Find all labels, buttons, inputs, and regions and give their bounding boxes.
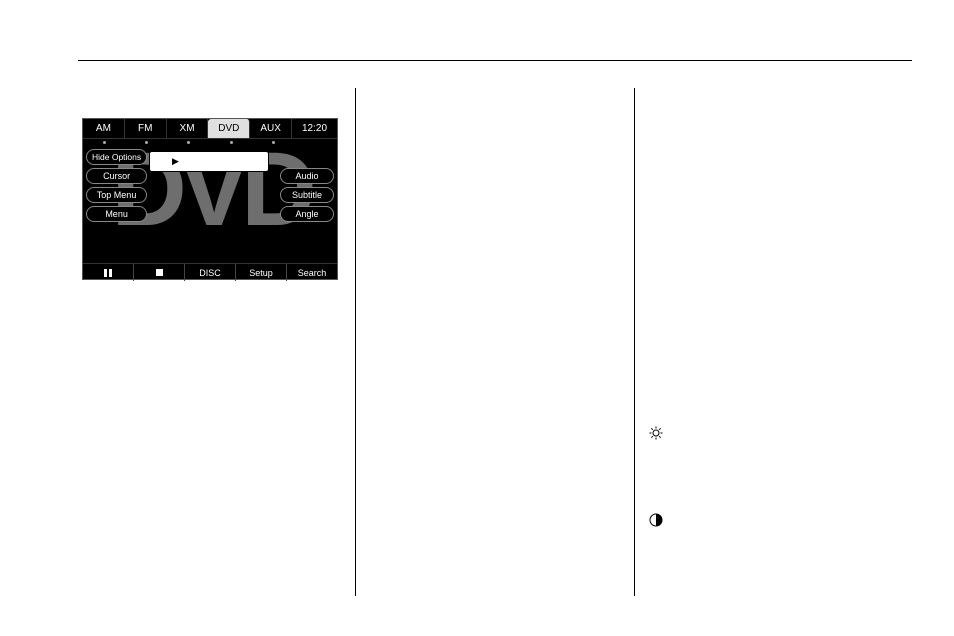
stop-button[interactable] <box>134 264 185 281</box>
tab-am[interactable]: AM <box>83 119 125 138</box>
pause-icon <box>104 269 112 277</box>
stop-icon <box>156 269 163 276</box>
tab-fm[interactable]: FM <box>125 119 167 138</box>
dvd-screen-graphic: AM FM XM DVD AUX 12:20 DVD <box>82 118 338 280</box>
top-menu-button[interactable]: Top Menu <box>86 187 147 203</box>
clock-display: 12:20 <box>292 119 337 138</box>
dvd-middle-area: DVD ▶ Hide Options Cursor Top Menu Menu … <box>83 145 337 263</box>
page: AM FM XM DVD AUX 12:20 DVD <box>0 0 954 636</box>
brightness-icon <box>649 426 663 440</box>
column-1: AM FM XM DVD AUX 12:20 DVD <box>78 88 355 596</box>
pause-button[interactable] <box>83 264 134 281</box>
search-button[interactable]: Search <box>287 264 337 281</box>
setup-button[interactable]: Setup <box>236 264 287 281</box>
audio-button[interactable]: Audio <box>280 168 334 184</box>
play-icon: ▶ <box>172 156 179 167</box>
cursor-field[interactable]: ▶ <box>149 151 269 172</box>
menu-button[interactable]: Menu <box>86 206 147 222</box>
subtitle-button[interactable]: Subtitle <box>280 187 334 203</box>
column-2 <box>355 88 633 596</box>
tab-aux[interactable]: AUX <box>250 119 292 138</box>
left-button-column: Hide Options Cursor Top Menu Menu <box>86 149 147 222</box>
columns: AM FM XM DVD AUX 12:20 DVD <box>78 88 912 596</box>
hide-options-button[interactable]: Hide Options <box>86 149 147 165</box>
contrast-icon <box>649 513 663 527</box>
cursor-button[interactable]: Cursor <box>86 168 147 184</box>
horizontal-rule <box>78 60 912 61</box>
disc-button[interactable]: DISC <box>185 264 236 281</box>
tab-dvd[interactable]: DVD <box>208 119 250 138</box>
column-3 <box>634 88 912 596</box>
dvd-bottom-row: DISC Setup Search <box>83 263 337 281</box>
tab-xm[interactable]: XM <box>167 119 209 138</box>
angle-button[interactable]: Angle <box>280 206 334 222</box>
right-button-column: Audio Subtitle Angle <box>280 168 334 222</box>
dvd-top-tabs: AM FM XM DVD AUX 12:20 <box>83 119 337 139</box>
